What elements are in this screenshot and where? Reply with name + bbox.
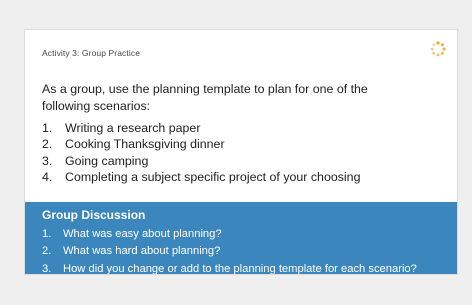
activity-card: Activity 3: Group Practice As a group, u… [24, 29, 458, 275]
list-item-text: Completing a subject specific project of… [65, 169, 361, 184]
list-item: 3. How did you change or add to the plan… [42, 261, 417, 275]
loading-spinner-icon [430, 41, 446, 57]
discussion-question-list: 1. What was easy about planning? 2. What… [42, 226, 417, 275]
list-item-text: Writing a research paper [65, 121, 201, 135]
screen: { "card": { "title": "Activity 3: Group … [0, 0, 472, 305]
list-item: 1. What was easy about planning? [42, 226, 417, 243]
list-item-text: Going camping [65, 153, 149, 168]
list-number: 1. [42, 228, 52, 240]
group-discussion-panel: Group Discussion 1. What was easy about … [25, 202, 457, 275]
list-number: 2. [42, 245, 52, 258]
list-item: 2. What was hard about planning? [42, 243, 417, 260]
list-number: 3. [42, 262, 52, 275]
discussion-title: Group Discussion [42, 208, 146, 222]
list-item-text: How did you change or add to the plannin… [63, 262, 417, 275]
list-item-text: Cooking Thanksgiving dinner [65, 137, 225, 152]
list-item: 1. Writing a research paper [42, 120, 360, 136]
list-item: 2. Cooking Thanksgiving dinner [42, 136, 360, 152]
list-number: 1. [42, 121, 53, 135]
activity-instructions: As a group, use the planning template to… [42, 82, 368, 113]
scenario-list: 1. Writing a research paper 2. Cooking T… [42, 120, 360, 185]
list-item: 3. Going camping [42, 153, 360, 169]
list-item-text: What was easy about planning? [63, 228, 222, 240]
list-item-text: What was hard about planning? [63, 245, 221, 258]
list-number: 2. [42, 137, 53, 152]
list-number: 3. [42, 153, 53, 168]
activity-title: Activity 3: Group Practice [42, 48, 141, 58]
list-item: 4. Completing a subject specific project… [42, 169, 360, 185]
list-number: 4. [42, 169, 53, 184]
